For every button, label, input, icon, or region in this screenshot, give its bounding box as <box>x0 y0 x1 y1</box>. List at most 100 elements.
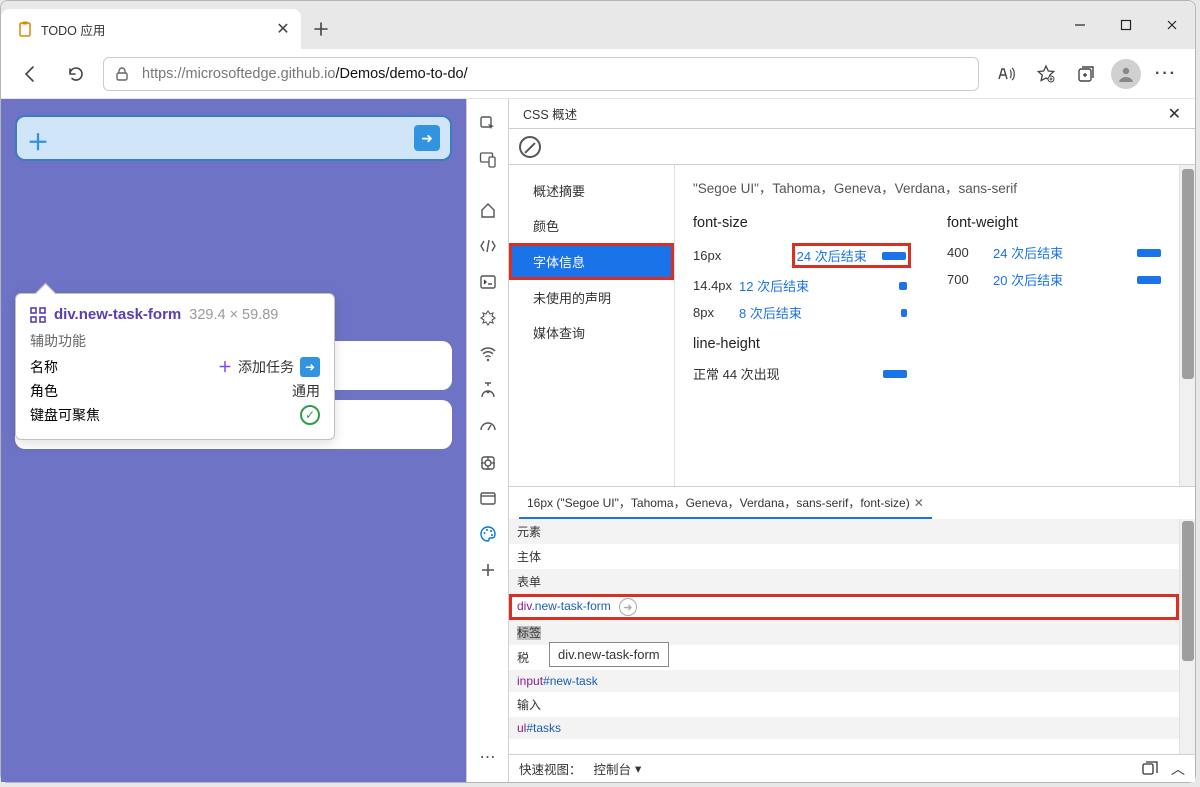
a11y-role-label: 角色 <box>30 381 58 401</box>
elements-icon[interactable] <box>471 229 505 263</box>
bar-icon <box>901 309 907 317</box>
submit-icon[interactable]: ➜ <box>414 125 440 151</box>
font-family-text: "Segoe UI"，Tahoma，Geneva，Verdana，sans-se… <box>693 177 1161 197</box>
tooltip: div.new-task-form <box>549 642 669 667</box>
settings-more-icon[interactable]: ⋯ <box>471 740 505 774</box>
a11y-selector: div.new-task-form <box>54 306 181 323</box>
performance-icon[interactable] <box>471 373 505 407</box>
close-button[interactable] <box>1149 1 1195 49</box>
clear-icon[interactable] <box>519 136 541 158</box>
devtools-close-icon[interactable]: ✕ <box>1168 104 1181 124</box>
list-item[interactable]: 表单 <box>509 569 1179 594</box>
dock-icon[interactable] <box>1141 760 1159 778</box>
console-label: 快速视图： <box>519 759 582 778</box>
font-weight-heading: font-weight <box>947 215 1161 231</box>
address-bar: https://microsoftedge.github.io/Demos/de… <box>1 49 1195 99</box>
more-button[interactable]: ··· <box>1147 55 1185 93</box>
list-item[interactable]: ul#tasks <box>509 717 1179 739</box>
maximize-button[interactable] <box>1103 1 1149 49</box>
new-tab-button[interactable] <box>301 9 341 49</box>
application-icon[interactable] <box>471 445 505 479</box>
lock-icon <box>114 66 132 82</box>
css-overview-menu: 概述摘要 颜色 字体信息 未使用的声明 媒体查询 <box>509 165 675 486</box>
scrollbar-thumb[interactable] <box>1182 521 1194 661</box>
menu-item-summary[interactable]: 概述摘要 <box>509 173 674 208</box>
read-aloud-icon[interactable] <box>987 55 1025 93</box>
list-item[interactable]: 输入 <box>509 692 1179 717</box>
line-height-row[interactable]: 正常 44 次出现 <box>693 364 907 383</box>
a11y-dimensions: 329.4 × 59.89 <box>189 307 278 323</box>
scrollbar[interactable] <box>1179 519 1195 754</box>
devtools-title: CSS 概述 <box>523 104 577 123</box>
address-field[interactable]: https://microsoftedge.github.io/Demos/de… <box>103 57 979 91</box>
url-text: https://microsoftedge.github.io/Demos/de… <box>142 66 468 82</box>
font-size-row[interactable]: 16px 24 次后结束 <box>693 243 907 268</box>
a11y-name-value: 添加任务 <box>238 357 294 377</box>
devtools-content: CSS 概述 ✕ 概述摘要 颜色 字体信息 未使用的声明 媒体查询 <box>509 99 1195 782</box>
refresh-button[interactable] <box>57 55 95 93</box>
font-weight-row[interactable]: 700 20 次后结束 <box>947 270 1161 289</box>
devtools-toolbar: ⋯ <box>467 99 509 782</box>
collections-icon[interactable] <box>1067 55 1105 93</box>
minimize-button[interactable] <box>1057 1 1103 49</box>
console-bar: 快速视图： 控制台▾ ︿ <box>509 754 1195 782</box>
drawer-tab[interactable]: 16px ("Segoe UI"，Tahoma，Geneva，Verdana，s… <box>519 488 932 519</box>
clipboard-icon <box>17 21 33 37</box>
devtools-action-bar <box>509 129 1195 165</box>
device-icon[interactable] <box>471 143 505 177</box>
window-controls <box>1057 1 1195 49</box>
sources-icon[interactable] <box>471 301 505 335</box>
scrollbar-thumb[interactable] <box>1182 169 1194 379</box>
devtools-drawer: 16px ("Segoe UI"，Tahoma，Geneva，Verdana，s… <box>509 486 1195 754</box>
console-dropdown[interactable]: 控制台▾ <box>594 759 642 778</box>
css-overview-icon[interactable] <box>471 517 505 551</box>
new-task-input[interactable]: ＋ ➜ <box>15 115 452 161</box>
rendered-page: ＋ ➜ 在 1 月的汽车中换油 与苏菲的瑜伽 div.new-task-form… <box>1 99 466 782</box>
list-item[interactable]: 标签 div.new-task-form <box>509 620 1179 645</box>
font-weight-row[interactable]: 400 24 次后结束 <box>947 243 1161 262</box>
line-height-heading: line-height <box>693 336 907 352</box>
chevron-down-icon: ▾ <box>635 761 641 776</box>
back-button[interactable] <box>11 55 49 93</box>
a11y-keyboard-label: 键盘可聚焦 <box>30 405 100 425</box>
list-item[interactable]: div.new-task-form➜ <box>509 594 1179 620</box>
plus-icon: ＋ <box>218 357 232 377</box>
console-icon[interactable] <box>471 265 505 299</box>
drawer-tabs: 16px ("Segoe UI"，Tahoma，Geneva，Verdana，s… <box>509 487 1195 519</box>
list-item[interactable]: 元素 <box>509 519 1179 544</box>
bar-icon <box>1137 276 1161 284</box>
inspect-icon[interactable] <box>471 107 505 141</box>
list-item[interactable]: input#new-task <box>509 670 1179 692</box>
menu-item-unused[interactable]: 未使用的声明 <box>509 280 674 315</box>
profile-avatar[interactable] <box>1107 55 1145 93</box>
bar-icon <box>1137 249 1161 257</box>
memory-icon[interactable] <box>471 409 505 443</box>
scrollbar[interactable] <box>1179 165 1195 486</box>
favorites-icon[interactable] <box>1027 55 1065 93</box>
check-icon: ✓ <box>300 405 320 425</box>
more-tools-icon[interactable] <box>471 553 505 587</box>
chevron-up-icon[interactable]: ︿ <box>1171 759 1185 779</box>
menu-item-media[interactable]: 媒体查询 <box>509 315 674 350</box>
font-size-row[interactable]: 14.4px 12 次后结束 <box>693 276 907 295</box>
css-overview-content: "Segoe UI"，Tahoma，Geneva，Verdana，sans-se… <box>675 165 1179 486</box>
bar-icon <box>899 282 907 290</box>
tab-close-icon[interactable]: ✕ <box>275 21 291 37</box>
element-list: 元素 主体 表单 div.new-task-form➜ 标签 div.new-t… <box>509 519 1179 754</box>
titlebar: TODO 应用 ✕ <box>1 1 1195 49</box>
devtools-title-bar: CSS 概述 ✕ <box>509 99 1195 129</box>
a11y-role-value: 通用 <box>292 381 320 401</box>
menu-item-colors[interactable]: 颜色 <box>509 208 674 243</box>
browser-window: TODO 应用 ✕ https://microsoftedge.github.i… <box>0 0 1196 783</box>
goto-icon[interactable]: ➜ <box>619 598 637 616</box>
welcome-icon[interactable] <box>471 193 505 227</box>
network-icon[interactable] <box>471 337 505 371</box>
font-size-row[interactable]: 8px 8 次后结束 <box>693 303 907 322</box>
close-icon[interactable]: ✕ <box>914 496 924 510</box>
list-item[interactable]: 主体 <box>509 544 1179 569</box>
menu-item-fonts[interactable]: 字体信息 <box>509 243 674 280</box>
security-icon[interactable] <box>471 481 505 515</box>
browser-tab[interactable]: TODO 应用 ✕ <box>1 9 301 49</box>
tab-title: TODO 应用 <box>41 20 267 39</box>
a11y-name-label: 名称 <box>30 357 58 377</box>
